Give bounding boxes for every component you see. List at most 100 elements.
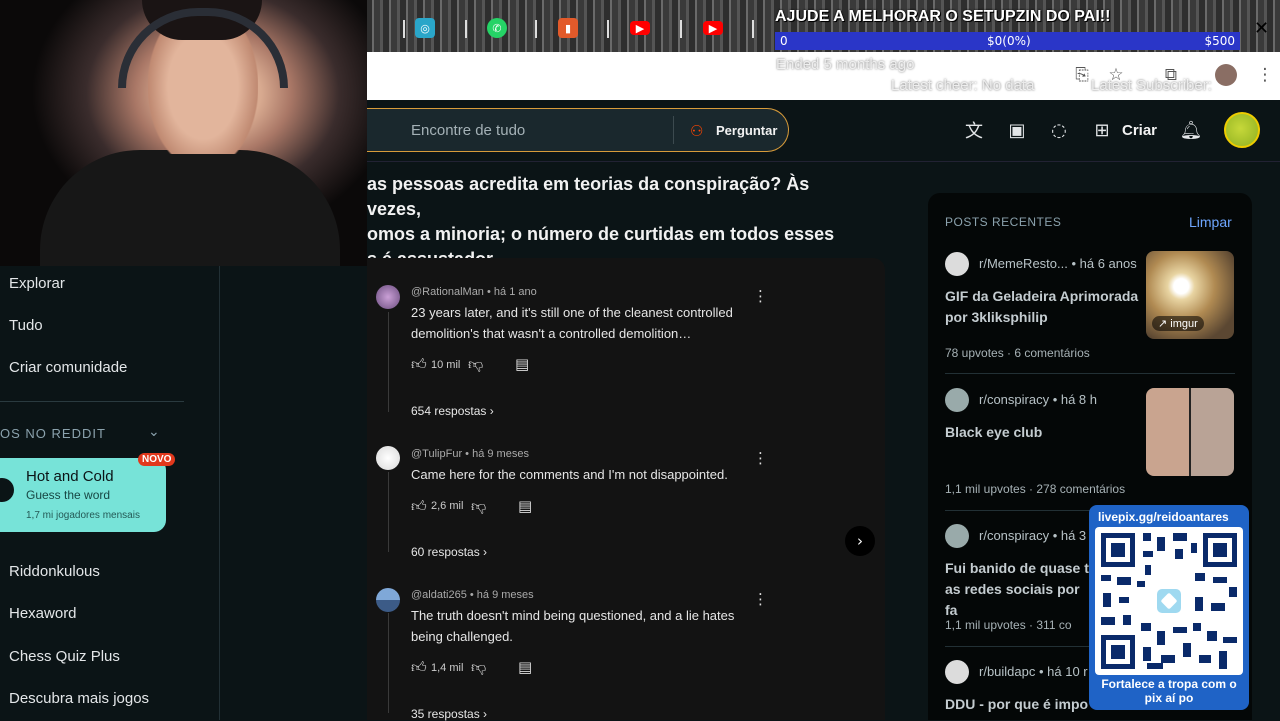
comment-text: 23 years later, and it's still one of th… (411, 305, 733, 341)
subreddit-icon[interactable] (945, 388, 969, 412)
latest-subscriber-text: Latest Subscriber: (1091, 77, 1212, 94)
replies-count: 654 respostas (411, 404, 487, 418)
profile-avatar[interactable] (1215, 64, 1237, 86)
create-plus-icon[interactable]: ⊞ (1090, 118, 1114, 142)
recent-post-thumbnail[interactable] (1146, 388, 1234, 476)
games-section-header[interactable]: OS NO REDDIT (0, 426, 106, 441)
sidebar-discover-games[interactable]: Descubra mais jogos (9, 690, 149, 707)
tab-favicon-site[interactable]: ◎ (415, 18, 435, 38)
comment-meta: @RationalMan • há 1 ano (411, 286, 537, 298)
qr-code (1095, 527, 1243, 675)
sidebar-item-explorar[interactable]: Explorar (9, 275, 65, 292)
comment-author[interactable]: @TulipFur (411, 448, 462, 460)
recent-post-meta: r/conspiracy • há 3 (979, 528, 1087, 543)
clear-recent-button[interactable]: Limpar (1189, 214, 1232, 230)
sidebar-game-hexaword[interactable]: Hexaword (9, 605, 77, 622)
recent-post-subreddit[interactable]: r/conspiracy (979, 392, 1049, 407)
translate-icon[interactable]: 文 (962, 118, 986, 142)
comment-time: há 9 meses (476, 589, 534, 601)
notifications-bell-icon[interactable]: 🔔︎ (1179, 118, 1203, 142)
user-avatar[interactable] (1224, 112, 1260, 148)
goal-ended-text: Ended 5 months ago (776, 56, 915, 73)
chat-icon[interactable]: ◌ (1047, 118, 1071, 142)
dislike-icon[interactable]: 👎︎ (471, 658, 486, 677)
comment-avatar[interactable] (376, 588, 400, 612)
comment-avatar[interactable] (376, 446, 400, 470)
next-arrow-button[interactable]: › (845, 526, 875, 556)
comment-thread-line (388, 472, 389, 552)
like-icon[interactable]: 👍︎ (411, 355, 427, 374)
chevron-down-icon[interactable]: ⌄ (148, 424, 160, 440)
recent-post-time: há 3 (1060, 528, 1087, 543)
recent-posts-header: POSTS RECENTES (945, 215, 1062, 229)
donation-goal-title: AJUDE A MELHORAR O SETUPZIN DO PAI!! (775, 8, 1111, 25)
advertise-icon[interactable]: ▣ (1005, 118, 1029, 142)
replies-link[interactable]: 35 respostas › (411, 707, 487, 721)
ask-button[interactable]: Perguntar (716, 123, 777, 138)
dislike-icon[interactable]: 👎︎ (468, 355, 483, 374)
recent-post-title[interactable]: Fui banido de quase t as redes sociais p… (945, 558, 1095, 621)
recent-post-title[interactable]: DDU - por que é impo (945, 694, 1095, 715)
youtube-tab-icon[interactable]: ▶ (630, 21, 650, 35)
whatsapp-icon[interactable]: ✆ (487, 18, 507, 38)
recent-post-time: há 8 h (1060, 392, 1098, 407)
recent-post-divider (945, 373, 1235, 374)
sidebar-game-chess-quiz-plus[interactable]: Chess Quiz Plus (9, 648, 120, 665)
reply-icon[interactable]: ▤ (518, 497, 532, 515)
chrome-menu-icon[interactable]: ⋮ (1254, 64, 1276, 86)
recent-post-subreddit[interactable]: r/conspiracy (979, 528, 1049, 543)
comment-thread-line (388, 613, 389, 713)
replies-link[interactable]: 60 respostas › (411, 545, 487, 559)
recent-post-subreddit[interactable]: r/buildapc (979, 664, 1035, 679)
more-options-icon[interactable]: ⋮ (753, 590, 768, 608)
like-icon[interactable]: 👍︎ (411, 497, 427, 516)
youtube-tab-icon[interactable]: ▶ (703, 21, 723, 35)
subreddit-icon[interactable] (945, 660, 969, 684)
like-icon[interactable]: 👍︎ (411, 658, 427, 677)
comment-meta: @TulipFur • há 9 meses (411, 448, 529, 460)
comment-text: Came here for the comments and I'm not d… (411, 467, 728, 482)
more-options-icon[interactable]: ⋮ (753, 287, 768, 305)
comment-text: The truth doesn't mind being questioned,… (411, 608, 735, 644)
sidebar-item-tudo[interactable]: Tudo (9, 317, 43, 334)
install-app-icon[interactable]: ⎘ (1071, 64, 1093, 86)
recent-post-meta: r/MemeResto... • há 6 anos (979, 256, 1137, 271)
comment-avatar[interactable] (376, 285, 400, 309)
thumbnail-source-label: ↗ imgur (1152, 316, 1204, 331)
sidebar-item-criar-comunidade[interactable]: Criar comunidade (9, 359, 127, 376)
recent-post-time: há 10 r (1047, 664, 1088, 679)
create-button[interactable]: Criar (1122, 122, 1157, 139)
more-options-icon[interactable]: ⋮ (753, 449, 768, 467)
tab-separator (535, 20, 537, 38)
goal-min: 0 (780, 34, 788, 48)
comment-time: há 9 meses (472, 448, 529, 460)
donation-caption: Fortalece a tropa com o pix aí po (1101, 677, 1237, 705)
subreddit-icon[interactable] (945, 524, 969, 548)
replies-link[interactable]: 654 respostas › (411, 404, 494, 418)
bookmark-tab-icon[interactable]: ▮ (558, 18, 578, 38)
recent-post-title[interactable]: GIF da Geladeira Aprimorada por 3kliksph… (945, 286, 1140, 328)
recent-post-stats: 78 upvotes · 6 comentários (945, 346, 1090, 360)
search-placeholder: Encontre de tudo (411, 122, 526, 139)
webcam-person-shirt (40, 150, 340, 266)
comment-author[interactable]: @aldati265 (411, 589, 467, 601)
replies-count: 60 respostas (411, 545, 480, 559)
replies-count: 35 respostas (411, 707, 480, 721)
recent-post-subreddit[interactable]: r/MemeResto... (979, 256, 1068, 271)
recent-post-title[interactable]: Black eye club (945, 422, 1140, 443)
comment-meta: @aldati265 • há 9 meses (411, 589, 534, 601)
recent-post-meta: r/buildapc • há 10 r (979, 664, 1088, 679)
comment-time: há 1 ano (493, 286, 537, 298)
ask-icon[interactable]: ⚇ (690, 122, 703, 140)
sidebar-game-riddonkulous[interactable]: Riddonkulous (9, 563, 100, 580)
reply-icon[interactable]: ▤ (515, 355, 529, 373)
comment-author[interactable]: @RationalMan (411, 286, 484, 298)
close-icon[interactable]: ✕ (1254, 18, 1269, 39)
comment-thread-line (388, 312, 389, 412)
post-title-line: omos a minoria; o número de curtidas em … (367, 224, 835, 244)
tab-separator (403, 20, 405, 38)
donation-url: livepix.gg/reidoantares (1098, 510, 1229, 524)
dislike-icon[interactable]: 👎︎ (471, 497, 486, 516)
subreddit-icon[interactable] (945, 252, 969, 276)
reply-icon[interactable]: ▤ (518, 658, 532, 676)
